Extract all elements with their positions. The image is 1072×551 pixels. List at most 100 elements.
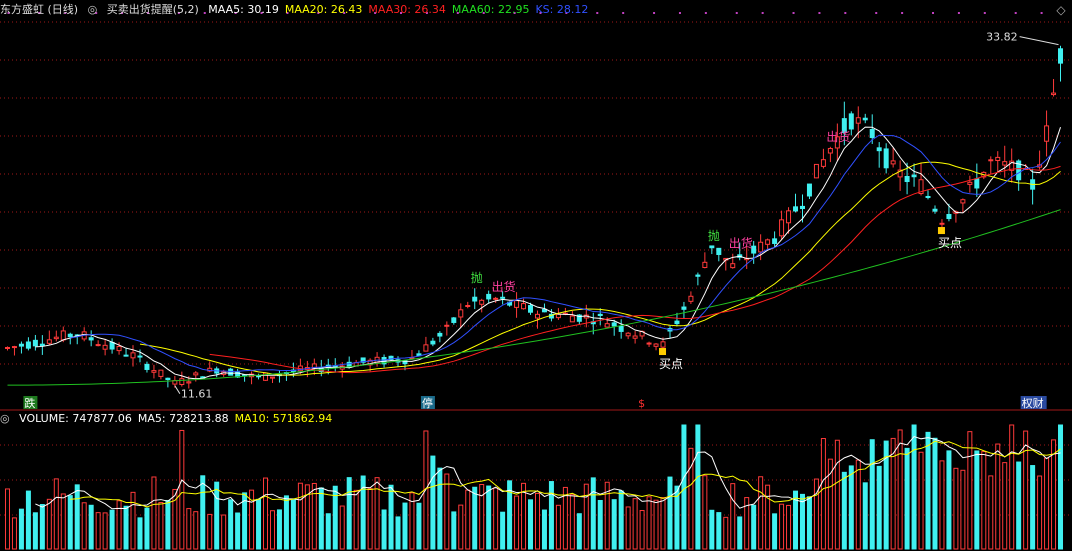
- volume-bar: [221, 514, 227, 550]
- candle-body: [130, 352, 136, 359]
- event-label: 权财: [1022, 396, 1044, 410]
- kline-chart[interactable]: 33.8211.61抛出货抛出货出货买点买点跌停 $ 权财: [0, 0, 1072, 551]
- volume-bar: [772, 513, 778, 550]
- candle-body: [4, 346, 10, 349]
- volume-bar: [988, 475, 994, 550]
- ma20-line: [139, 161, 1061, 376]
- candle-body: [179, 378, 185, 385]
- volume-bar: [1044, 457, 1050, 550]
- volume-bar: [660, 497, 666, 550]
- volume-bar: [123, 505, 129, 550]
- candle-body: [1002, 161, 1008, 166]
- volume-values: VOLUME: 747877.06 MA5: 728213.88 MA10: 571…: [19, 412, 338, 425]
- candle-body: [144, 363, 150, 370]
- candle-body: [604, 323, 610, 328]
- candle-body: [779, 219, 785, 237]
- candle-body: [430, 340, 436, 345]
- top-dot: [792, 12, 795, 14]
- top-dot: [1040, 12, 1043, 14]
- volume-bar: [1030, 465, 1036, 550]
- volume-bar: [939, 460, 945, 550]
- volume-bar: [723, 516, 729, 550]
- candle-body: [1058, 48, 1064, 64]
- volume-bar: [562, 486, 568, 550]
- volume-bar: [109, 509, 115, 550]
- candle-body: [479, 299, 485, 305]
- volume-bar: [953, 467, 959, 550]
- candle-body: [611, 322, 617, 327]
- volume-bar: [737, 516, 743, 550]
- volume-bar: [465, 489, 471, 550]
- candle-body: [772, 238, 778, 244]
- candle-body: [116, 345, 122, 352]
- volume-value-1: MA5: 728213.88: [137, 412, 229, 425]
- volume-settings-icon[interactable]: ◎: [0, 412, 10, 425]
- candle-body: [695, 274, 701, 277]
- volume-bar: [918, 451, 924, 550]
- volume-bar: [751, 504, 757, 550]
- candle-body: [528, 305, 534, 313]
- volume-bar: [88, 504, 94, 550]
- candle-body: [820, 159, 826, 167]
- candle-body: [123, 354, 129, 357]
- volume-bar: [81, 502, 87, 550]
- candle-body: [25, 341, 31, 349]
- volume-bar: [74, 484, 80, 550]
- signal-label: 抛: [708, 228, 720, 243]
- volume-bar: [569, 494, 575, 550]
- candle-body: [702, 261, 708, 268]
- volume-bar: [534, 492, 540, 550]
- candle-body: [709, 245, 715, 249]
- volume-bar: [576, 513, 582, 550]
- candle-body: [521, 303, 527, 310]
- volume-bar: [451, 511, 457, 550]
- ma-value-4: KS: 28.12: [535, 3, 589, 16]
- candle-body: [848, 113, 854, 130]
- volume-bar: [256, 498, 262, 550]
- candle-body: [514, 300, 520, 308]
- candle-body: [60, 330, 66, 341]
- candle-body: [444, 324, 450, 327]
- candle-body: [883, 148, 889, 169]
- candle-body: [269, 376, 275, 379]
- volume-bar: [521, 482, 527, 550]
- buy-point-marker: [937, 227, 945, 235]
- volume-bar: [758, 476, 764, 550]
- candle-body: [758, 241, 764, 253]
- volume-bar: [472, 486, 478, 550]
- diamond-icon[interactable]: ◇: [1054, 3, 1068, 17]
- volume-bar: [318, 487, 324, 550]
- volume-bar: [590, 477, 596, 550]
- volume-bar: [813, 478, 819, 550]
- signal-label: 出货: [492, 279, 516, 294]
- candle-body: [165, 377, 171, 381]
- candle-body: [53, 336, 59, 340]
- volume-bar: [158, 502, 164, 550]
- candle-body: [974, 178, 980, 189]
- candle-body: [625, 332, 631, 337]
- candle-body: [876, 147, 882, 152]
- volume-bar: [388, 484, 394, 550]
- ma-values: MAA5: 30.19 MAA20: 26.43 MAA30: 26.34 MAA60…: [208, 3, 594, 16]
- top-dot: [622, 12, 625, 14]
- volume-bar: [625, 506, 631, 550]
- volume-bar: [667, 476, 673, 550]
- indicator-toggle-icon[interactable]: ◎: [88, 3, 98, 16]
- candle-body: [458, 309, 464, 318]
- volume-bar: [46, 498, 52, 550]
- candle-body: [618, 325, 624, 332]
- volume-bar: [869, 439, 875, 550]
- volume-bar: [897, 429, 903, 550]
- stock-title: 东方盛虹 (日线): [0, 3, 79, 16]
- volume-bar: [925, 431, 931, 550]
- volume-bar: [995, 443, 1001, 550]
- volume-bar: [1016, 461, 1022, 550]
- volume-bar: [1058, 424, 1064, 550]
- indicator-name: 买卖出货提醒(5,2): [106, 3, 199, 16]
- volume-panel-header: ◎ VOLUME: 747877.06 MA5: 728213.88 MA10: 5…: [0, 409, 344, 429]
- candle-body: [158, 369, 164, 377]
- volume-bar: [904, 447, 910, 550]
- volume-bar: [820, 438, 826, 550]
- candle-body: [11, 346, 17, 349]
- candle-body: [186, 381, 192, 384]
